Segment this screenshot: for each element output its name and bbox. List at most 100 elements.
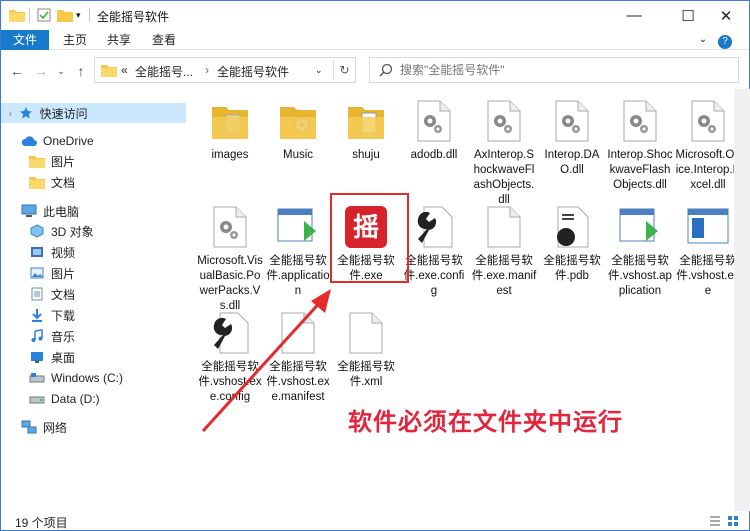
application-icon-graphic (277, 208, 316, 242)
folder-icon (29, 153, 45, 169)
forward-button[interactable]: → (31, 61, 51, 81)
status-bar: 19 个项目 (1, 511, 749, 531)
search-input[interactable] (400, 62, 720, 78)
document-icon (29, 286, 45, 302)
config-icon (401, 203, 467, 251)
file-item[interactable]: Interop.DAO.dll (539, 97, 605, 178)
file-item[interactable]: Microsoft.Office.Interop.Excel.dll (675, 97, 741, 193)
file-item[interactable]: Music (265, 97, 331, 163)
file-item[interactable]: 全能摇号软件.exe.config (401, 203, 467, 299)
config-icon-graphic (417, 206, 453, 248)
file-item[interactable]: AxInterop.ShockwaveFlashObjects.dll (471, 97, 537, 208)
ribbon-tabs: 文件 主页 共享 查看 ⌄ ? (1, 30, 749, 50)
close-button[interactable]: ✕ (703, 1, 749, 30)
folder-music-icon (265, 97, 331, 145)
ribbon-expand-icon[interactable]: ⌄ (695, 30, 711, 50)
file-name: 全能摇号软件.exe.manifest (471, 255, 537, 297)
search-box[interactable] (369, 57, 739, 83)
video-icon (29, 244, 45, 260)
back-button[interactable]: ← (7, 61, 27, 81)
properties-icon[interactable] (37, 7, 51, 23)
file-item[interactable]: 全能摇号软件.vshost.application (607, 203, 673, 299)
nav-onedrive-pictures[interactable]: 图片 (29, 151, 75, 171)
nav-desktop[interactable]: 桌面 (29, 347, 75, 367)
dll-icon (401, 97, 467, 145)
file-item[interactable]: Interop.ShockwaveFlashObjects.dll (607, 97, 673, 193)
nav-drive-c[interactable]: Windows (C:) (29, 368, 123, 388)
blank-icon-graphic (349, 312, 383, 354)
tab-share[interactable]: 共享 (99, 30, 139, 50)
file-name: images (211, 149, 249, 161)
nav-pictures[interactable]: 图片 (29, 263, 75, 283)
blank-icon (471, 203, 537, 251)
address-dropdown-icon[interactable]: ⌄ (315, 65, 323, 76)
annotation-callout: 软件必须在文件夹中运行 (348, 408, 623, 436)
tab-home[interactable]: 主页 (55, 30, 95, 50)
help-icon[interactable]: ? (717, 30, 733, 50)
file-name: shuju (352, 149, 380, 161)
computer-icon (21, 203, 37, 219)
nav-downloads[interactable]: 下载 (29, 305, 75, 325)
breadcrumb-separator-icon: › (205, 63, 209, 77)
large-icons-view-icon[interactable] (727, 515, 739, 530)
application-icon-graphic (619, 208, 658, 242)
network-icon (21, 419, 37, 435)
folder-icon (9, 7, 25, 23)
nav-music[interactable]: 音乐 (29, 326, 75, 346)
file-name: Music (282, 149, 314, 161)
file-item[interactable]: 全能摇号软件.pdb (539, 203, 605, 284)
item-count: 19 个项目 (15, 516, 68, 530)
drive-icon (29, 370, 45, 386)
file-name: Interop.DAO.dll (544, 149, 600, 176)
file-item[interactable]: 全能摇号软件.vshost.exe (675, 203, 741, 299)
folder-images-icon (197, 97, 263, 145)
nav-3d-objects[interactable]: 3D 对象 (29, 221, 94, 241)
file-name: 全能摇号软件.pdb (543, 255, 601, 282)
nav-videos[interactable]: 视频 (29, 242, 75, 262)
dll-icon-graphic (691, 100, 725, 142)
dll-icon (197, 203, 263, 251)
tab-view[interactable]: 查看 (144, 30, 184, 50)
window-title: 全能摇号软件 (97, 10, 170, 24)
nav-onedrive-documents[interactable]: 文档 (29, 172, 75, 192)
picture-icon (29, 265, 45, 281)
search-icon (379, 63, 393, 80)
recent-locations-button[interactable]: ⌄ (51, 61, 71, 81)
nav-drive-d[interactable]: Data (D:) (29, 389, 100, 409)
pdb-icon (539, 203, 605, 251)
nav-quick-access[interactable]: › 快速访问 (1, 103, 186, 123)
file-name: Microsoft.Office.Interop.Excel.dll (675, 149, 741, 191)
file-name: adodb.dll (410, 149, 458, 161)
file-item[interactable]: 全能摇号软件.exe.manifest (471, 203, 537, 299)
title-bar: ▾ 全能摇号软件 — ☐ ✕ (1, 1, 749, 30)
vertical-scrollbar[interactable] (734, 89, 750, 511)
customize-toolbar-icon[interactable]: ▾ (76, 7, 81, 23)
nav-onedrive[interactable]: OneDrive (21, 131, 94, 151)
minimize-button[interactable]: — (611, 1, 657, 30)
refresh-button[interactable]: ↻ (333, 60, 355, 80)
tab-file[interactable]: 文件 (1, 30, 49, 50)
folder-data-icon (333, 97, 399, 145)
music-icon (29, 328, 45, 344)
address-bar[interactable]: « 全能摇号... › 全能摇号软件 ⌄ ↻ (94, 57, 356, 83)
up-button[interactable]: ↑ (71, 61, 91, 81)
file-item[interactable]: images (197, 97, 263, 163)
file-item[interactable]: adodb.dll (401, 97, 467, 163)
dll-icon-graphic (213, 206, 247, 248)
dll-icon (607, 97, 673, 145)
folder-images-icon-graphic (212, 107, 248, 139)
nav-this-pc[interactable]: 此电脑 (21, 201, 79, 221)
star-icon (18, 105, 34, 121)
breadcrumb-parent[interactable]: 全能摇号... (135, 63, 193, 80)
file-item[interactable]: shuju (333, 97, 399, 163)
folder-data-icon-graphic (348, 107, 384, 139)
cloud-icon (21, 133, 37, 149)
nav-documents[interactable]: 文档 (29, 284, 75, 304)
new-folder-icon[interactable] (57, 7, 73, 23)
breadcrumb-overflow[interactable]: « (121, 63, 128, 77)
breadcrumb-current[interactable]: 全能摇号软件 (217, 63, 289, 80)
details-view-icon[interactable] (709, 515, 721, 530)
pdb-icon-graphic (557, 206, 589, 248)
nav-network[interactable]: 网络 (21, 417, 67, 437)
window-icon (675, 203, 741, 251)
